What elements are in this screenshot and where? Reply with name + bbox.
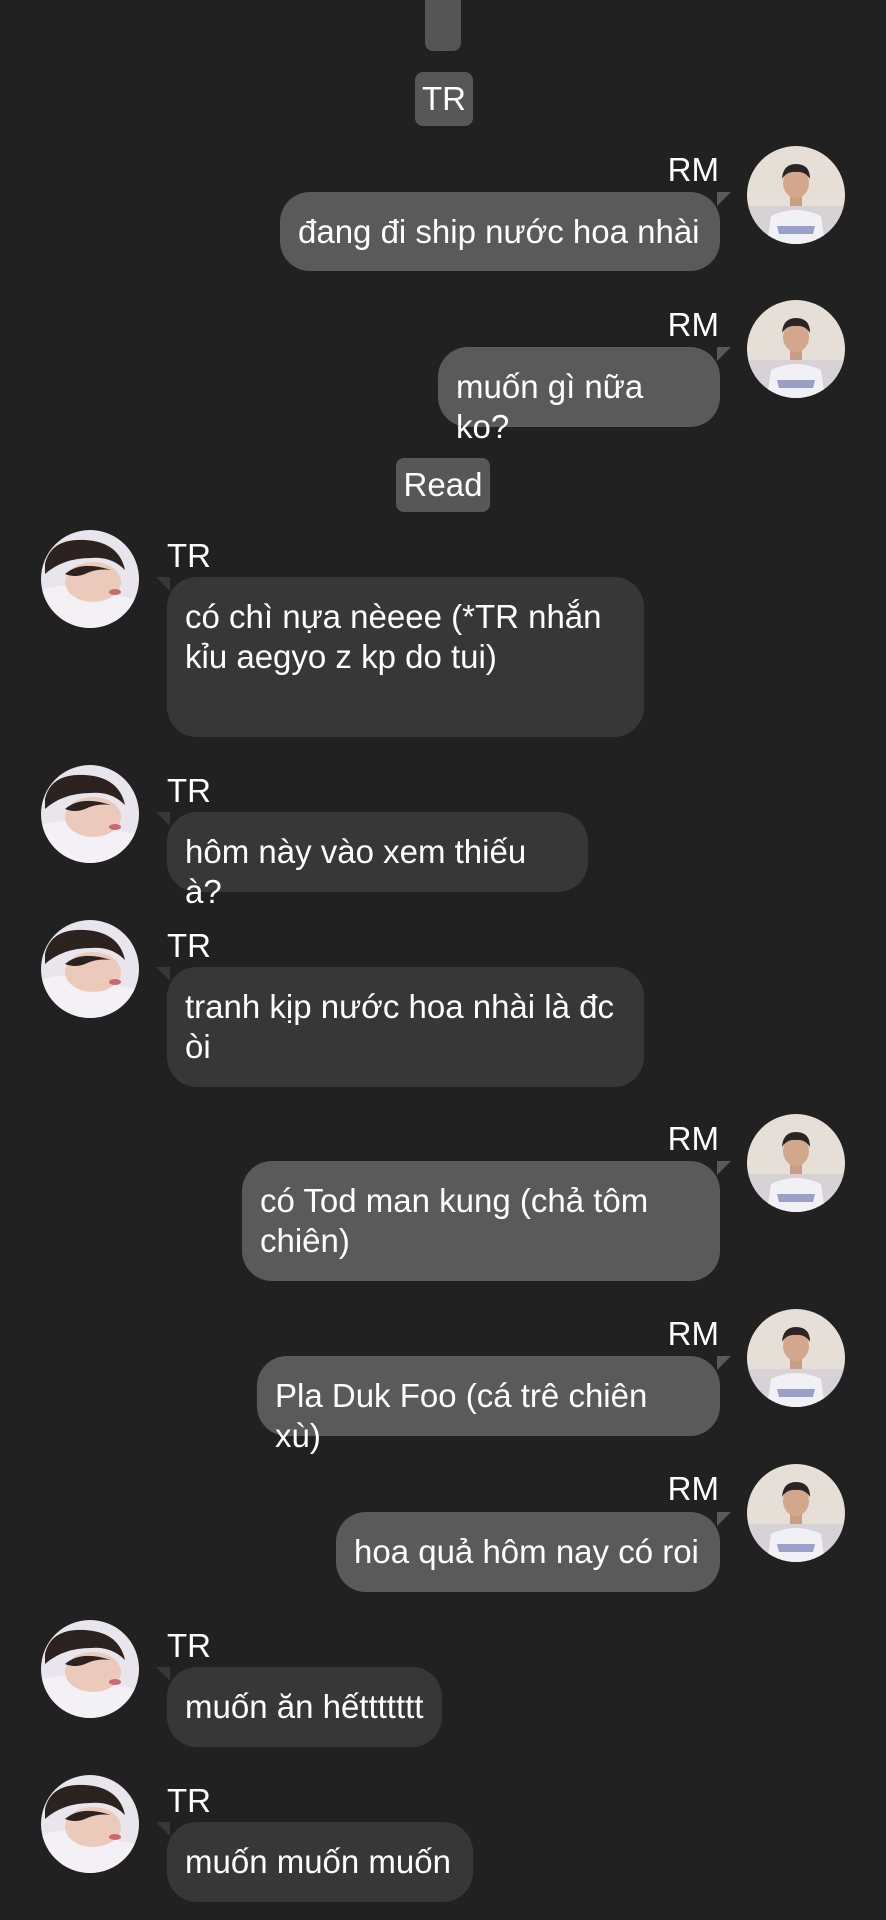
sender-name: TR	[167, 927, 211, 964]
sender-name: TR	[167, 772, 211, 809]
sender-name: RM	[667, 1120, 719, 1157]
message-bubble[interactable]: hoa quả hôm nay có roi	[336, 1512, 731, 1592]
tr-avatar-icon[interactable]	[41, 765, 139, 863]
sender-name: RM	[667, 1315, 719, 1352]
message-bubble[interactable]: muốn muốn muốn	[156, 1822, 473, 1902]
tr-avatar-icon[interactable]	[41, 920, 139, 1018]
sender-name: RM	[667, 151, 719, 188]
message-bubble[interactable]: có chì nựa nèeee (*TR nhắn kỉu aegyo z k…	[156, 577, 644, 737]
message-bubble[interactable]: muốn ăn hếttttttt	[156, 1667, 442, 1747]
message-bubble[interactable]: tranh kịp nước hoa nhài là đc òi	[156, 967, 644, 1087]
rm-avatar-icon[interactable]	[747, 300, 845, 398]
rm-avatar-icon[interactable]	[747, 1309, 845, 1407]
sender-name: TR	[167, 1782, 211, 1819]
rm-avatar-icon[interactable]	[747, 1464, 845, 1562]
read-receipt-pill: Read	[396, 458, 490, 512]
sender-name: RM	[667, 306, 719, 343]
message-bubble[interactable]: muốn gì nữa ko?	[438, 347, 731, 445]
tr-avatar-icon[interactable]	[41, 1775, 139, 1873]
rm-avatar-icon[interactable]	[747, 1114, 845, 1212]
tr-avatar-icon[interactable]	[41, 530, 139, 628]
message-bubble[interactable]: hôm này vào xem thiếu à?	[156, 812, 588, 910]
message-bubble[interactable]: có Tod man kung (chả tôm chiên)	[242, 1161, 731, 1281]
tr-avatar-icon[interactable]	[41, 1620, 139, 1718]
message-bubble[interactable]: đang đi ship nước hoa nhài	[280, 192, 731, 271]
sender-name: RM	[667, 1470, 719, 1507]
date-divider-pill: TR	[415, 72, 473, 126]
scroll-handle[interactable]	[425, 0, 461, 51]
sender-name: TR	[167, 537, 211, 574]
message-bubble[interactable]: Pla Duk Foo (cá trê chiên xù)	[257, 1356, 731, 1454]
rm-avatar-icon[interactable]	[747, 146, 845, 244]
sender-name: TR	[167, 1627, 211, 1664]
